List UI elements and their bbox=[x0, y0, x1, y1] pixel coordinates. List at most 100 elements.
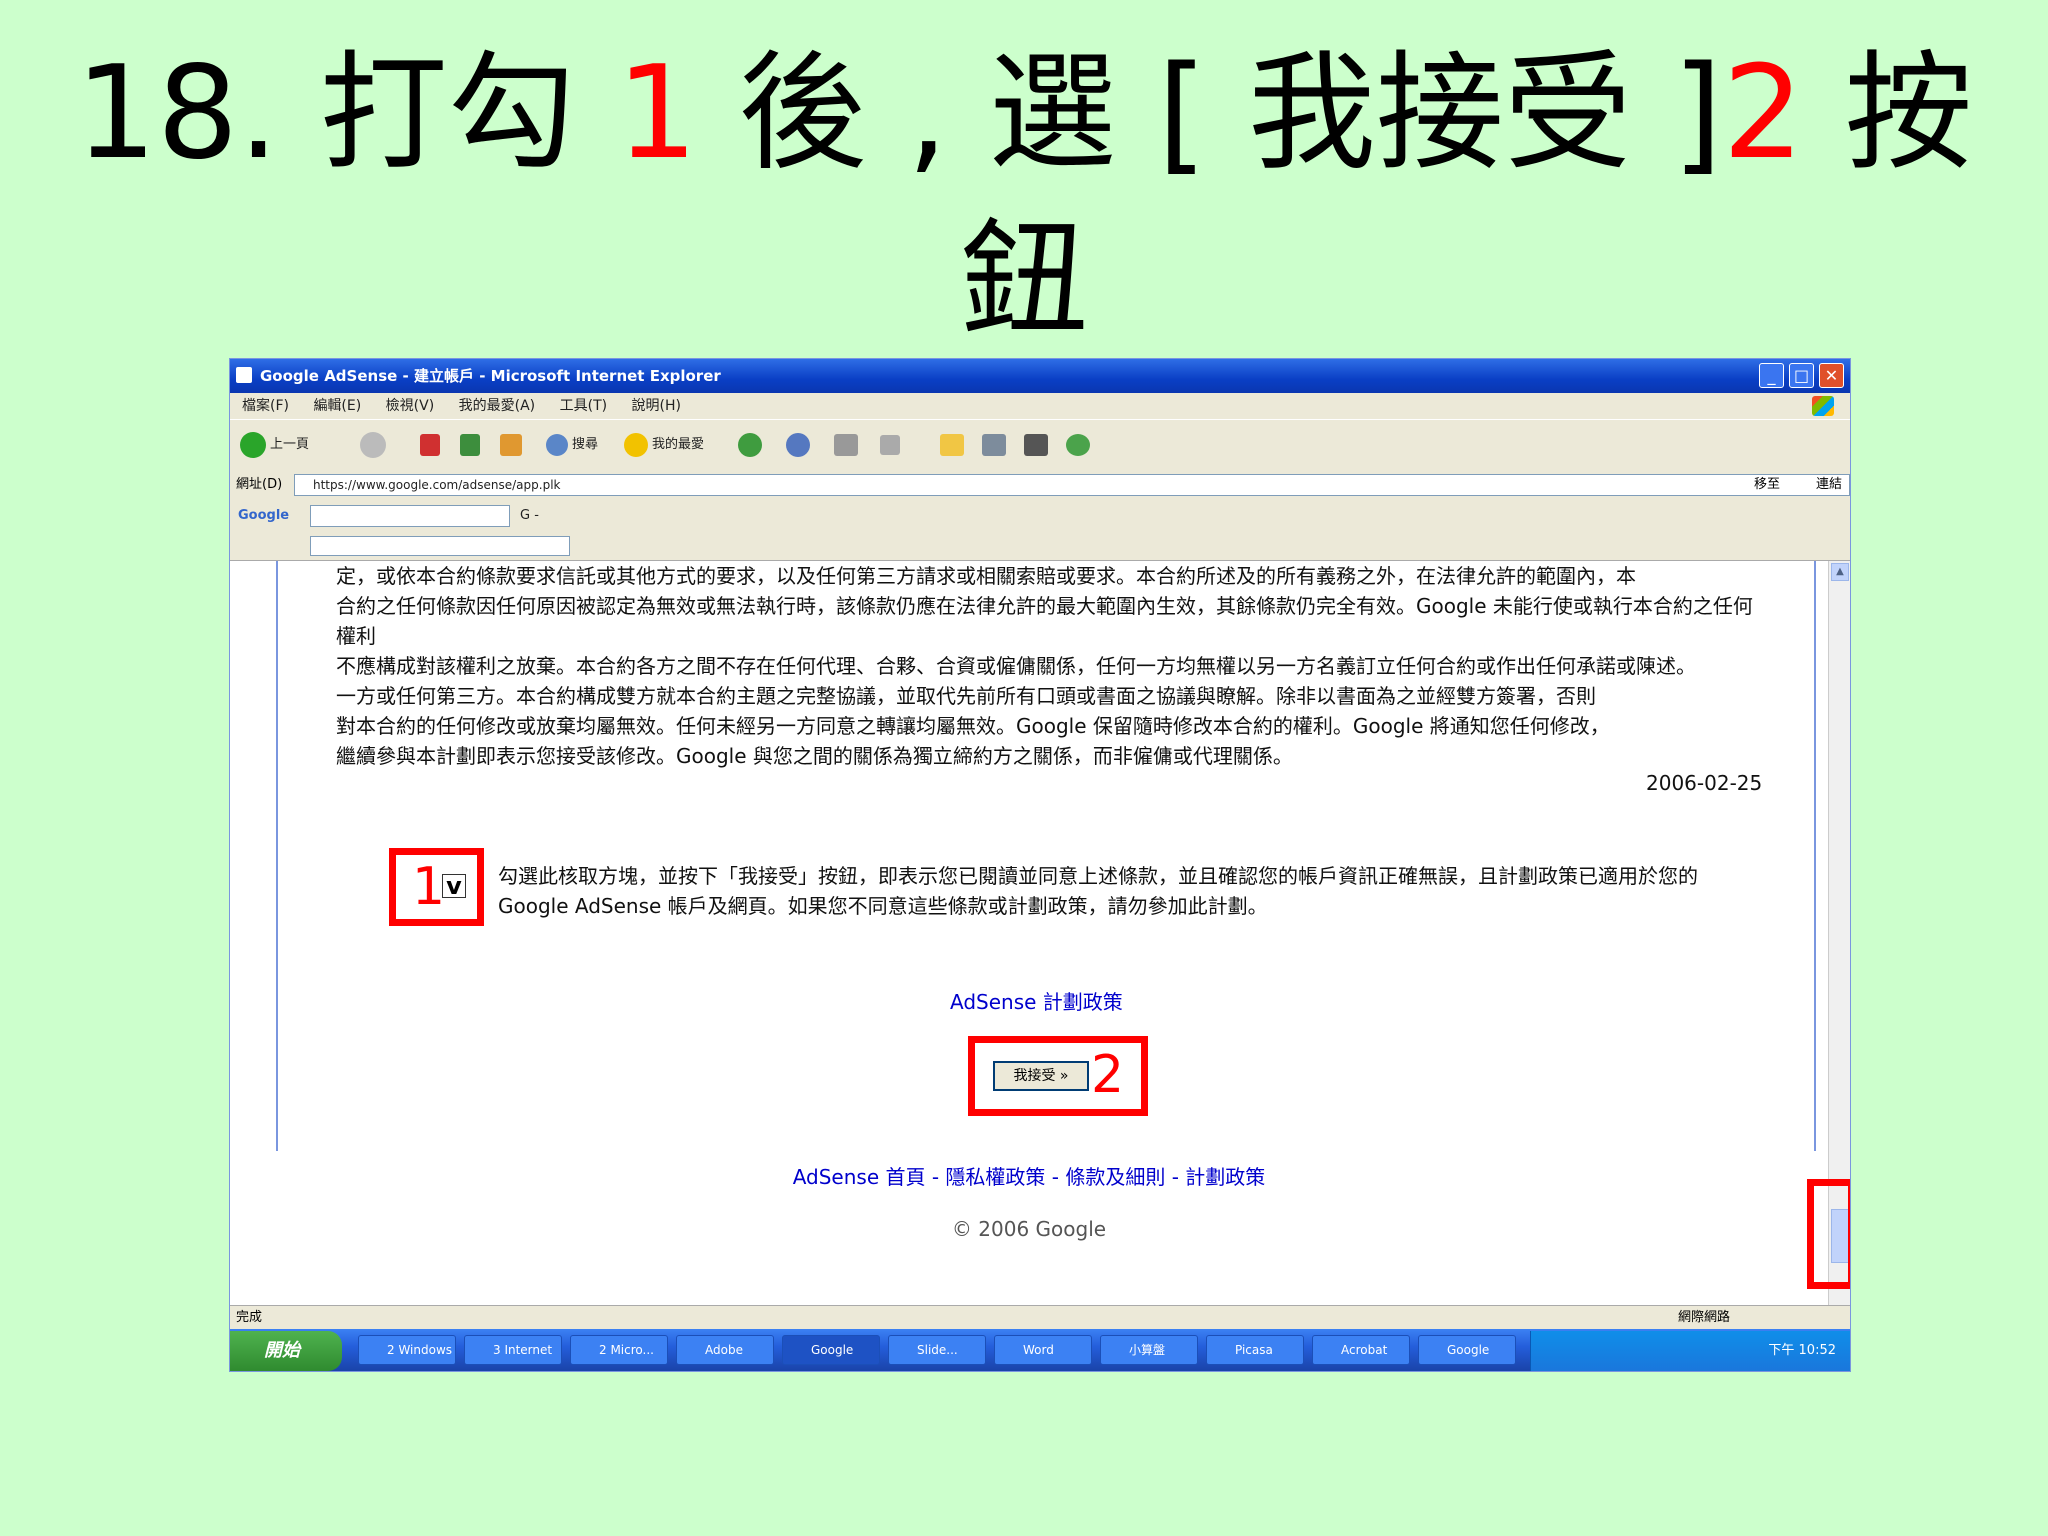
taskbar-item[interactable]: Acrobat bbox=[1312, 1335, 1410, 1365]
folder-button[interactable] bbox=[940, 430, 968, 460]
favorites-button[interactable]: 我的最愛 bbox=[624, 430, 704, 460]
terms-line: 定，或依本合約條款要求信託或其他方式的要求，以及任何第三方請求或相關索賠或要求。… bbox=[336, 564, 1636, 588]
agree-text: 勾選此核取方塊，並按下「我接受」按鈕，即表示您已閱讀並同意上述條款，並且確認您的… bbox=[498, 861, 1698, 921]
print-button[interactable] bbox=[834, 430, 862, 460]
home-button[interactable] bbox=[500, 430, 526, 460]
taskbar-item[interactable]: Google bbox=[782, 1335, 880, 1365]
title-step-2: 2 bbox=[1722, 39, 1804, 188]
edit-button[interactable] bbox=[880, 430, 904, 460]
browser-window: Google AdSense - 建立帳戶 - Microsoft Intern… bbox=[229, 358, 1851, 1372]
stop-button[interactable] bbox=[420, 430, 444, 460]
menu-bar: 檔案(F) 編輯(E) 檢視(V) 我的最愛(A) 工具(T) 說明(H) bbox=[230, 393, 1850, 419]
window-title: Google AdSense - 建立帳戶 - Microsoft Intern… bbox=[260, 367, 721, 385]
forward-button[interactable] bbox=[360, 430, 390, 460]
search-button[interactable]: 搜尋 bbox=[546, 430, 598, 460]
terms-line: 對本合約的任何修改或放棄均屬無效。任何未經另一方同意之轉讓均屬無效。Google… bbox=[336, 714, 1610, 738]
calculator-button[interactable] bbox=[1024, 430, 1052, 460]
agree-checkbox-highlight: 1 v bbox=[389, 848, 484, 926]
terms-line: 合約之任何條款因任何原因被認定為無效或無法執行時，該條款仍應在法律允許的最大範圍… bbox=[336, 594, 1753, 648]
accept-button[interactable]: 我接受 » bbox=[993, 1061, 1089, 1091]
windows-logo-icon bbox=[1812, 396, 1834, 416]
clock[interactable]: 下午 10:52 bbox=[1768, 1343, 1836, 1358]
status-bar: 完成 網際網路 bbox=[230, 1305, 1850, 1330]
address-label: 網址(D) bbox=[236, 477, 283, 492]
menu-tools[interactable]: 工具(T) bbox=[560, 398, 607, 414]
status-text: 完成 bbox=[236, 1310, 263, 1325]
footer-links[interactable]: AdSense 首頁 - 隱私權政策 - 條款及細則 - 計劃政策 bbox=[230, 1161, 1828, 1190]
title-step-1: 1 bbox=[616, 39, 698, 188]
folder-icon bbox=[940, 433, 964, 456]
refresh-button[interactable] bbox=[460, 430, 484, 460]
tools-button[interactable] bbox=[982, 430, 1010, 460]
maximize-button[interactable]: □ bbox=[1789, 363, 1814, 388]
taskbar-item[interactable]: Word bbox=[994, 1335, 1092, 1365]
star-icon bbox=[624, 432, 648, 457]
go-button[interactable]: 移至 bbox=[1754, 474, 1780, 496]
google-toolbar: Google G - bbox=[230, 500, 1850, 532]
slide-title: 18. 打勾 1 後 , 選 [ 我接受 ]2 按 鈕 bbox=[0, 30, 2048, 366]
messenger-icon bbox=[1066, 433, 1090, 456]
google-search-input[interactable] bbox=[310, 505, 510, 527]
mail-icon bbox=[786, 432, 810, 457]
taskbar-item[interactable]: 2 Windows bbox=[358, 1335, 456, 1365]
slide-title-line1: 18. 打勾 1 後 , 選 [ 我接受 ]2 按 bbox=[0, 30, 2048, 198]
title-text: 後 , 選 [ 我接受 ] bbox=[697, 39, 1723, 188]
menu-edit[interactable]: 編輯(E) bbox=[313, 398, 361, 414]
ie-icon bbox=[236, 367, 252, 383]
step-marker-1: 1 bbox=[412, 857, 446, 917]
taskbar-item[interactable]: Slide... bbox=[888, 1335, 986, 1365]
agree-text-line: Google AdSense 帳戶及網頁。如果您不同意這些條款或計劃政策，請勿參… bbox=[498, 894, 1268, 918]
agree-checkbox[interactable]: v bbox=[442, 874, 466, 898]
stop-icon bbox=[420, 433, 440, 456]
menu-file[interactable]: 檔案(F) bbox=[242, 398, 289, 414]
scrollbar-highlight bbox=[1807, 1179, 1850, 1289]
menu-help[interactable]: 說明(H) bbox=[632, 398, 681, 414]
close-button[interactable]: ✕ bbox=[1819, 363, 1844, 388]
address-input[interactable]: https://www.google.com/adsense/app.plk bbox=[294, 474, 1850, 496]
content-border-right bbox=[1814, 561, 1816, 1151]
mail-button[interactable] bbox=[786, 430, 814, 460]
taskbar-item[interactable]: Adobe bbox=[676, 1335, 774, 1365]
history-button[interactable] bbox=[738, 430, 766, 460]
taskbar-item[interactable]: Picasa bbox=[1206, 1335, 1304, 1365]
slide-title-line2: 鈕 bbox=[959, 207, 1088, 356]
calculator-icon bbox=[1024, 433, 1048, 456]
google-search-prefix: G - bbox=[520, 508, 539, 523]
menu-favorites[interactable]: 我的最愛(A) bbox=[459, 398, 536, 414]
taskbar-item[interactable]: Google bbox=[1418, 1335, 1516, 1365]
print-icon bbox=[834, 433, 858, 456]
search-icon bbox=[546, 433, 568, 456]
history-icon bbox=[738, 432, 762, 457]
messenger-button[interactable] bbox=[1066, 430, 1094, 460]
agree-text-line: 勾選此核取方塊，並按下「我接受」按鈕，即表示您已閱讀並同意上述條款，並且確認您的… bbox=[498, 864, 1698, 888]
status-zone: 網際網路 bbox=[1677, 1310, 1730, 1325]
start-button[interactable]: 開始 bbox=[230, 1331, 342, 1371]
address-bar: 網址(D) https://www.google.com/adsense/app… bbox=[230, 470, 1850, 500]
links-button[interactable]: 連結 bbox=[1816, 470, 1842, 500]
window-titlebar: Google AdSense - 建立帳戶 - Microsoft Intern… bbox=[230, 359, 1850, 393]
edit-icon bbox=[880, 434, 900, 455]
secondary-toolbar-input[interactable] bbox=[310, 536, 570, 556]
system-tray: 下午 10:52 bbox=[1530, 1331, 1850, 1371]
terms-line: 一方或任何第三方。本合約構成雙方就本合約主題之完整協議，並取代先前所有口頭或書面… bbox=[336, 684, 1596, 708]
terms-date: 2006-02-25 bbox=[1646, 771, 1763, 795]
terms-line: 繼續參與本計劃即表示您接受該修改。Google 與您之間的關係為獨立締約方之關係… bbox=[336, 744, 1293, 768]
taskbar-item[interactable]: 2 Micro... bbox=[570, 1335, 668, 1365]
menu-view[interactable]: 檢視(V) bbox=[386, 398, 435, 414]
taskbar-item[interactable]: 3 Internet bbox=[464, 1335, 562, 1365]
google-logo[interactable]: Google bbox=[238, 500, 289, 532]
terms-line: 不應構成對該權利之放棄。本合約各方之間不存在任何代理、合夥、合資或僱傭關係，任何… bbox=[336, 654, 1696, 678]
minimize-button[interactable]: _ bbox=[1759, 363, 1784, 388]
back-arrow-icon bbox=[240, 431, 266, 458]
back-button[interactable]: 上一頁 bbox=[240, 430, 309, 460]
taskbar-item[interactable]: 小算盤 bbox=[1100, 1335, 1198, 1365]
content-border-left bbox=[276, 561, 278, 1151]
title-text: 18. 打勾 bbox=[75, 39, 617, 188]
forward-arrow-icon bbox=[360, 431, 386, 458]
terms-text: 定，或依本合約條款要求信託或其他方式的要求，以及任何第三方請求或相關索賠或要求。… bbox=[336, 561, 1766, 771]
home-icon bbox=[500, 433, 522, 456]
scroll-up-arrow-icon[interactable]: ▲ bbox=[1831, 563, 1849, 581]
adsense-policy-link[interactable]: AdSense 計劃政策 bbox=[950, 986, 1123, 1015]
refresh-icon bbox=[460, 433, 480, 456]
secondary-toolbar bbox=[230, 532, 1850, 561]
